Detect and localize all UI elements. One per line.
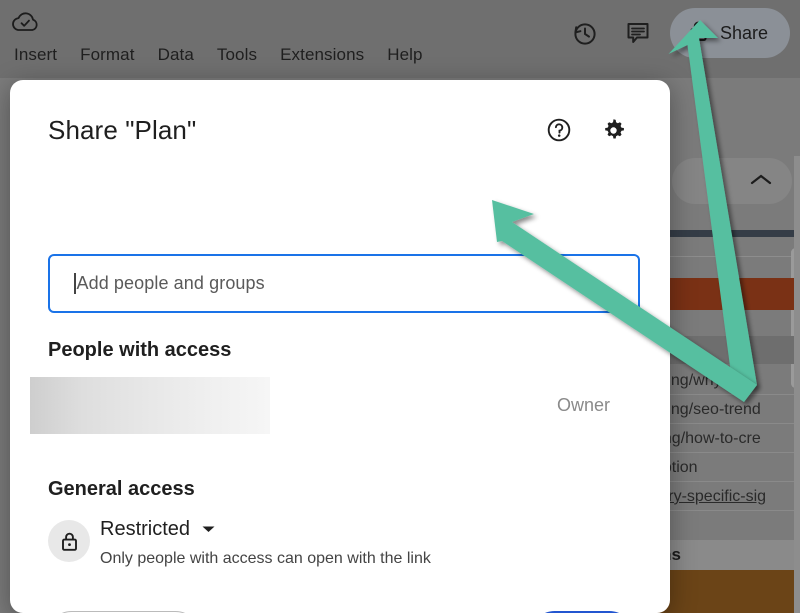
app-topbar: Insert Format Data Tools Extensions Help [0, 0, 800, 78]
role-label: Owner [556, 395, 610, 415]
menu-item-insert[interactable]: Insert [14, 45, 57, 65]
lock-icon [48, 520, 90, 562]
version-history-icon[interactable] [562, 11, 606, 55]
background-right-edge [794, 156, 800, 613]
general-access-dropdown[interactable]: Restricted [100, 518, 216, 541]
share-button-label: Share [719, 22, 768, 43]
settings-gear-icon[interactable] [596, 113, 630, 147]
dialog-title: Share "Plan" [48, 114, 197, 145]
menu-item-help[interactable]: Help [387, 45, 422, 65]
topbar-actions: Share [562, 8, 790, 58]
table-row[interactable]: Owner [30, 373, 640, 438]
comment-icon[interactable] [616, 11, 660, 55]
menu-bar: Insert Format Data Tools Extensions Help [0, 40, 470, 70]
menu-item-data[interactable]: Data [158, 45, 194, 65]
general-access-row: Restricted Only people with access can o… [48, 516, 608, 576]
chevron-up-icon[interactable] [750, 173, 772, 192]
general-access-description: Only people with access can open with th… [100, 550, 431, 567]
dialog-header: Share "Plan" [48, 108, 642, 152]
chevron-down-icon [201, 521, 216, 539]
menu-item-extensions[interactable]: Extensions [280, 45, 364, 65]
background-pill [672, 158, 792, 204]
general-access-title: General access [48, 478, 195, 500]
people-input-placeholder: Add people and groups [76, 273, 265, 293]
menu-item-format[interactable]: Format [80, 45, 134, 65]
dialog-header-actions [542, 113, 642, 147]
text-caret [74, 273, 76, 294]
lock-icon [688, 19, 709, 48]
people-with-access-title: People with access [48, 339, 232, 361]
share-dialog: Share "Plan" Add people and groups Peopl… [10, 80, 670, 613]
redacted-user-identity [30, 377, 270, 434]
help-icon[interactable] [542, 113, 576, 147]
share-button[interactable]: Share [669, 8, 790, 58]
people-input[interactable]: Add people and groups [48, 254, 640, 313]
cloud-saved-icon [9, 10, 41, 36]
general-access-value: Restricted [100, 518, 191, 540]
menu-item-tools[interactable]: Tools [217, 45, 257, 65]
